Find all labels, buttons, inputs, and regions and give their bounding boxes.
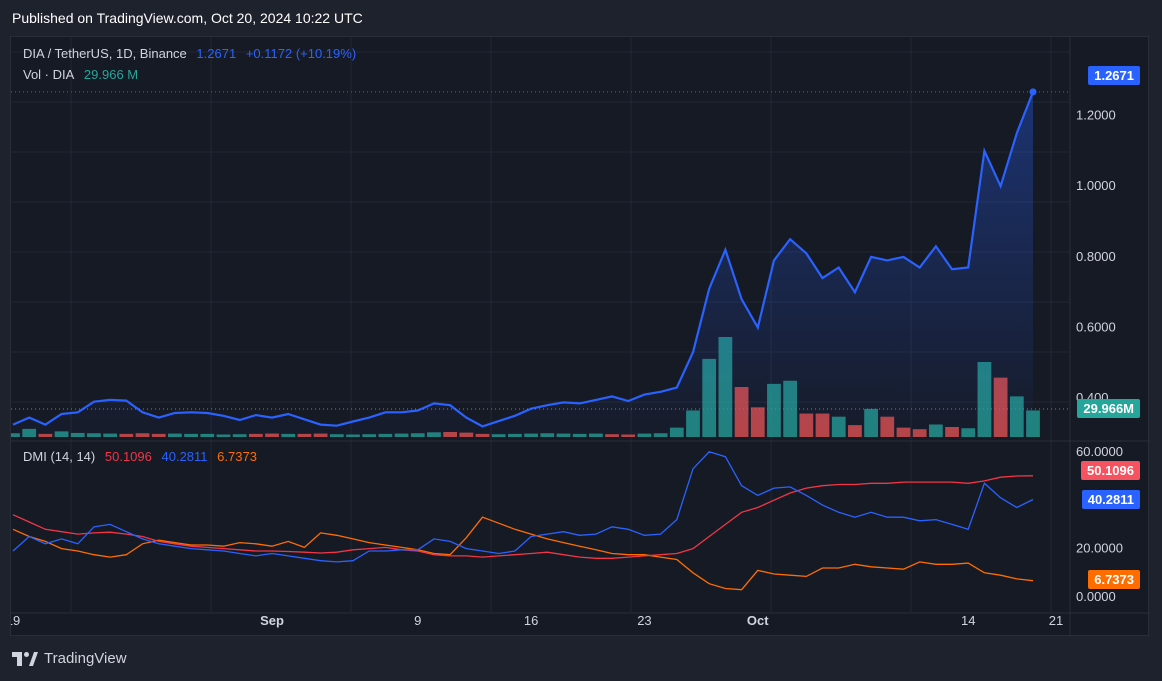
tradingview-logo[interactable]: TradingView xyxy=(12,650,127,667)
volume-badge: 29.966M xyxy=(1077,399,1140,418)
tradingview-icon xyxy=(12,651,38,666)
adx-badge: 6.7373 xyxy=(1088,570,1140,589)
price-tick-label: 1.0000 xyxy=(1076,178,1116,193)
time-tick-label: 16 xyxy=(524,613,538,628)
dmi-legend[interactable]: DMI (14, 14) 50.1096 40.2811 6.7373 xyxy=(23,449,263,464)
volume-title[interactable]: Vol · DIA xyxy=(23,67,74,82)
dmi-minus-badge: 40.2811 xyxy=(1081,490,1140,509)
chart-canvas[interactable]: 0.4000.60000.80001.00001.20000.000020.00… xyxy=(11,37,1150,637)
chart-area[interactable]: 0.400 0.6000 0.8000 1.0000 1.2000 0.0000 20.00… xyxy=(10,36,1150,637)
dmi-plus-line xyxy=(12,475,1034,559)
dmi-title[interactable]: DMI (14, 14) xyxy=(23,449,95,464)
dmi-tick-label: 60.0000 xyxy=(1076,444,1123,459)
dmi-minus-line xyxy=(12,451,1034,563)
volume-value: 29.966 M xyxy=(83,67,139,82)
symbol-legend[interactable]: DIA / TetherUS, 1D, Binance 1.2671 +0.11… xyxy=(23,46,362,61)
price-change: +0.1172 (+10.19%) xyxy=(245,46,357,61)
dmi-tick-label: 0.0000 xyxy=(1076,589,1116,604)
symbol-title[interactable]: DIA / TetherUS, 1D, Binance xyxy=(23,46,187,61)
time-tick-label: 14 xyxy=(961,613,975,628)
time-tick-label: Oct xyxy=(747,613,769,628)
adx-value: 6.7373 xyxy=(217,449,257,464)
price-area xyxy=(13,91,1033,438)
price-tick-label: 0.6000 xyxy=(1076,320,1116,335)
volume-legend[interactable]: Vol · DIA 29.966 M xyxy=(23,67,144,82)
time-tick-label: 21 xyxy=(1049,613,1063,628)
dmi-tick-label: 20.0000 xyxy=(1076,541,1123,556)
tradingview-brand: TradingView xyxy=(44,650,127,667)
price-tick-label: 1.2000 xyxy=(1076,108,1116,123)
time-tick-label: Sep xyxy=(260,613,284,628)
dmi-minus-value: 40.2811 xyxy=(161,449,208,464)
price-badge: 1.2671 xyxy=(1088,66,1140,85)
time-tick-label: 9 xyxy=(414,613,421,628)
published-header: Published on TradingView.com, Oct 20, 20… xyxy=(12,10,363,26)
dmi-plus-value: 50.1096 xyxy=(104,449,152,464)
dmi-plus-badge: 50.1096 xyxy=(1081,461,1140,480)
time-tick-label: 19 xyxy=(11,613,20,628)
last-price: 1.2671 xyxy=(196,46,237,61)
price-tick-label: 0.8000 xyxy=(1076,249,1116,264)
time-tick-label: 23 xyxy=(637,613,651,628)
